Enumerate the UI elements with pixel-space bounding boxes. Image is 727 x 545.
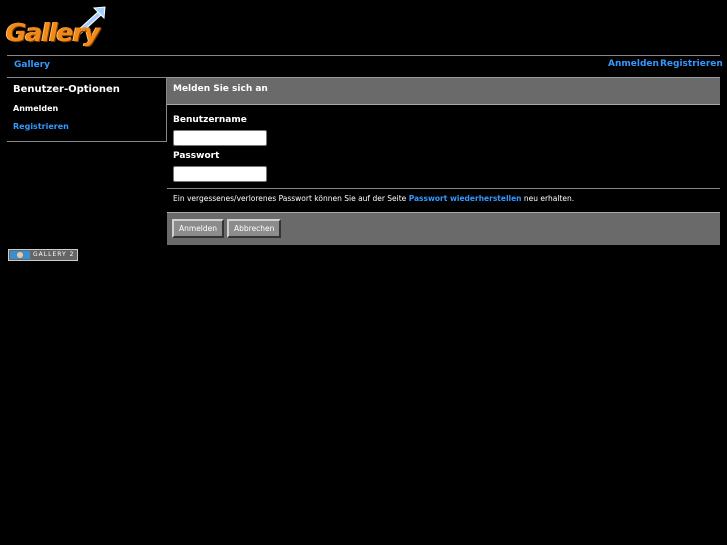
username-label: Benutzername: [173, 115, 247, 125]
password-input[interactable]: [173, 166, 267, 182]
sidebar-item-login[interactable]: Anmelden: [13, 104, 58, 113]
badge-text: GALLERY 2: [33, 251, 75, 258]
hint-text-after: neu erhalten.: [521, 194, 575, 203]
cancel-button[interactable]: Abbrechen: [227, 219, 281, 238]
recover-password-link[interactable]: Passwort wiederherstellen: [409, 194, 522, 203]
nav-register-link[interactable]: Registrieren: [660, 59, 723, 69]
gallery-logo[interactable]: Gallery: [6, 6, 106, 52]
page-title: Melden Sie sich an: [173, 84, 268, 94]
sidebar-title: Benutzer-Optionen: [13, 84, 120, 95]
breadcrumb-gallery[interactable]: Gallery: [14, 60, 50, 70]
gallery2-badge[interactable]: GALLERY 2: [8, 249, 78, 261]
nav-login-link[interactable]: Anmelden: [608, 59, 659, 69]
username-input[interactable]: [173, 130, 267, 146]
logo-text: Gallery: [6, 18, 100, 47]
divider: [167, 188, 720, 189]
sidebar-item-register[interactable]: Registrieren: [13, 122, 69, 131]
password-label: Passwort: [173, 151, 220, 161]
hint-text-before: Ein vergessenes/verlorenes Passwort könn…: [173, 194, 409, 203]
login-button[interactable]: Anmelden: [172, 219, 224, 238]
password-recovery-hint: Ein vergessenes/verlorenes Passwort könn…: [173, 194, 574, 203]
gallery2-badge-icon: [10, 251, 30, 259]
